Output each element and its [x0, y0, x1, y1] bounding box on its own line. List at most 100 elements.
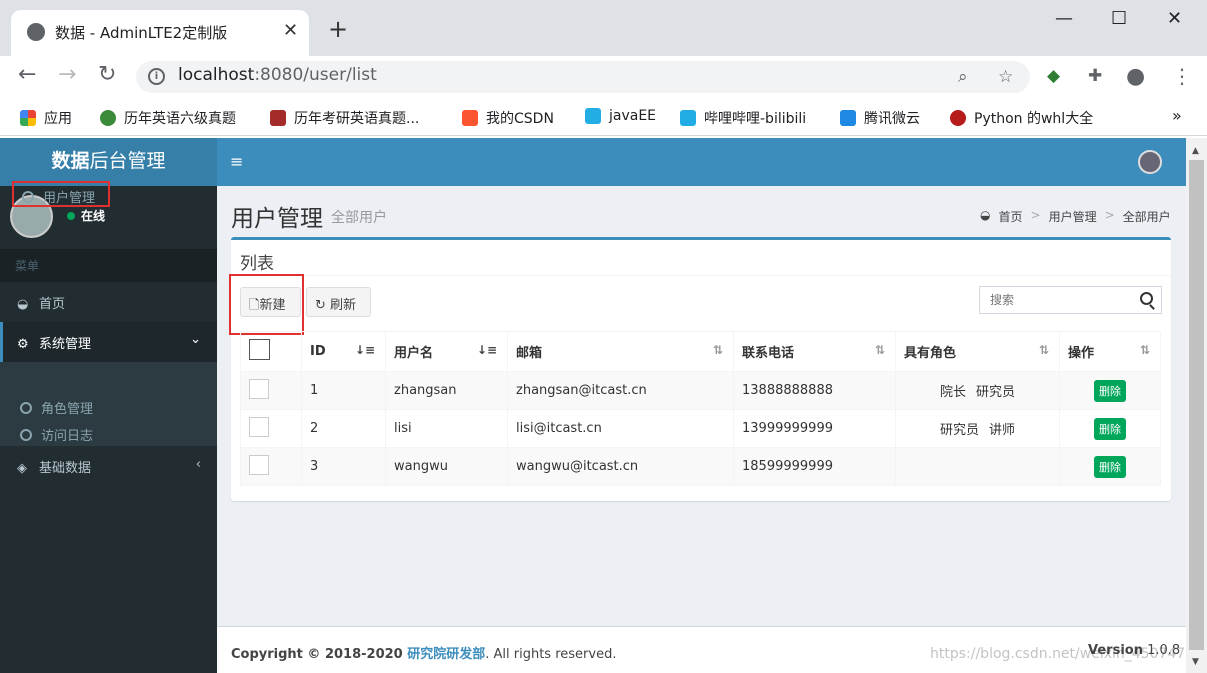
star-icon[interactable]: ☆ — [998, 67, 1013, 87]
delete-button[interactable]: 删除 — [1094, 417, 1126, 440]
table-row: 3 wangwu wangwu@itcast.cn 18599999999 删除 — [240, 447, 1161, 486]
refresh-icon: ↻ — [315, 298, 331, 313]
page-subtitle: 全部用户 — [331, 210, 387, 226]
refresh-button[interactable]: ↻ 刷新 — [306, 287, 371, 317]
cell-id: 2 — [301, 409, 386, 448]
delete-button[interactable]: 删除 — [1094, 379, 1126, 402]
breadcrumb-home[interactable]: 首页 — [998, 208, 1022, 225]
url-text[interactable]: localhost:8080/user/list — [178, 65, 377, 85]
cloud-icon — [840, 110, 856, 126]
puzzle-icon[interactable]: ✚ — [1088, 66, 1102, 86]
sidebar-toggle-icon[interactable]: ≡ — [230, 152, 243, 171]
cell-id: 3 — [301, 447, 386, 486]
search-box — [979, 286, 1162, 314]
sidebar-subitem-role[interactable]: 角色管理 — [12, 394, 101, 420]
breadcrumb-sep: > — [1030, 208, 1041, 222]
bookmark-csdn[interactable]: 我的CSDN — [462, 108, 554, 128]
cell-email: zhangsan@itcast.cn — [507, 371, 734, 410]
scroll-down-icon[interactable]: ▼ — [1192, 657, 1199, 667]
user-table: ID ↓≡ 用户名 ↓≡ 邮箱 ⇅ 联系电话 ⇅ 具有角色 ⇅ 操作 ⇅ 1 zhangsa… — [240, 331, 1161, 486]
footer-copyright: Copyright © 2018-2020 研究院研发部. All rights… — [231, 647, 617, 662]
back-icon[interactable]: ← — [18, 64, 36, 86]
extension-gem-icon[interactable]: ◆ — [1047, 66, 1060, 86]
footer-org-link[interactable]: 研究院研发部 — [407, 647, 485, 662]
sort-icon[interactable]: ⇅ — [1039, 343, 1049, 357]
globe-icon — [27, 23, 45, 41]
cell-email: wangwu@itcast.cn — [507, 447, 734, 486]
breadcrumb-current: 全部用户 — [1122, 210, 1171, 224]
col-phone[interactable]: 联系电话 ⇅ — [733, 331, 896, 372]
col-actions[interactable]: 操作 ⇅ — [1059, 331, 1161, 372]
table-row: 2 lisi lisi@itcast.cn 13999999999 研究员 讲师 … — [240, 409, 1161, 448]
sidebar-item-system[interactable]: ⚙ 系统管理 ⌄ — [0, 322, 217, 362]
cell-phone: 13999999999 — [733, 409, 896, 448]
annotation-highlight — [229, 274, 304, 335]
new-tab-button[interactable]: + — [328, 17, 348, 41]
footer-version: Version 1.0.8 — [1088, 643, 1181, 658]
bookmark-bilibili[interactable]: 哔哩哔哩-bilibili — [680, 108, 806, 128]
bilibili-icon — [680, 110, 696, 126]
search-icon[interactable] — [1140, 292, 1153, 305]
cell-roles — [895, 447, 1060, 486]
browser-tabbar: 数据 - AdminLTE2定制版 ✕ + — ☐ ✕ — [0, 0, 1207, 56]
menu-dots-icon[interactable]: ⋮ — [1172, 64, 1192, 88]
app-logo[interactable]: 数据后台管理 — [0, 138, 217, 186]
page-title: 用户管理 — [231, 206, 323, 232]
tab-close-icon[interactable]: ✕ — [283, 20, 298, 41]
chevron-down-icon: ⌄ — [190, 332, 201, 347]
bookmark-apps[interactable]: 应用 — [20, 108, 72, 128]
book-icon — [270, 110, 286, 126]
sidebar-item-base-data[interactable]: ◈ 基础数据 ‹ — [0, 446, 217, 486]
sidebar-subitem-user[interactable]: 用户管理 — [12, 181, 110, 207]
sort-icon[interactable]: ⇅ — [1140, 343, 1150, 357]
col-username[interactable]: 用户名 ↓≡ — [385, 331, 508, 372]
info-icon[interactable]: i — [148, 68, 165, 85]
sort-icon[interactable]: ⇅ — [875, 343, 885, 357]
bookmark-weiyun[interactable]: 腾讯微云 — [840, 108, 920, 128]
reload-icon[interactable]: ↻ — [98, 64, 116, 86]
bookmark-icon — [100, 110, 116, 126]
search-input[interactable] — [980, 287, 1130, 313]
cell-phone: 13888888888 — [733, 371, 896, 410]
bookmark-kaoyan[interactable]: 历年考研英语真题... — [270, 108, 419, 128]
profile-icon[interactable]: ● — [1126, 64, 1145, 89]
sidebar-item-home[interactable]: ◒ 首页 — [0, 282, 217, 322]
cell-email: lisi@itcast.cn — [507, 409, 734, 448]
minimize-icon[interactable]: — — [1055, 8, 1073, 29]
forward-icon[interactable]: → — [58, 64, 76, 86]
bookmark-cet6[interactable]: 历年英语六级真题 — [100, 108, 236, 128]
breadcrumb-user[interactable]: 用户管理 — [1049, 208, 1097, 225]
menu-header: 菜单 — [0, 249, 217, 282]
python-icon — [950, 110, 966, 126]
bookmark-python-whl[interactable]: Python 的whl大全 — [950, 108, 1093, 128]
sort-asc-icon[interactable]: ↓≡ — [355, 343, 375, 357]
col-id[interactable]: ID ↓≡ — [301, 331, 386, 372]
cell-username: lisi — [385, 409, 508, 448]
row-checkbox[interactable] — [249, 378, 269, 399]
sort-desc-icon[interactable]: ↓≡ — [477, 343, 497, 357]
select-all-checkbox[interactable] — [249, 339, 270, 360]
bookmarks-more-icon[interactable]: » — [1172, 106, 1182, 125]
window-close-icon[interactable]: ✕ — [1167, 8, 1182, 29]
row-checkbox[interactable] — [249, 454, 269, 475]
sidebar-subitem-log[interactable]: 访问日志 — [12, 421, 101, 447]
header-avatar[interactable] — [1138, 150, 1162, 174]
maximize-icon[interactable]: ☐ — [1111, 8, 1127, 29]
scrollbar-thumb[interactable] — [1189, 160, 1204, 650]
zoom-icon[interactable]: ⌕ — [958, 67, 968, 87]
cell-id: 1 — [301, 371, 386, 410]
bookmark-javaee[interactable]: javaEE — [585, 108, 656, 124]
sort-icon[interactable]: ⇅ — [713, 343, 723, 357]
browser-tab[interactable]: 数据 - AdminLTE2定制版 ✕ — [11, 10, 309, 56]
address-bar[interactable]: i localhost:8080/user/list ⌕ ☆ — [136, 61, 1030, 93]
cell-phone: 18599999999 — [733, 447, 896, 486]
csdn-icon — [462, 110, 478, 126]
table-row: 1 zhangsan zhangsan@itcast.cn 1388888888… — [240, 371, 1161, 410]
delete-button[interactable]: 删除 — [1094, 455, 1126, 478]
row-checkbox[interactable] — [249, 416, 269, 437]
scroll-up-icon[interactable]: ▲ — [1192, 146, 1199, 156]
col-roles[interactable]: 具有角色 ⇅ — [895, 331, 1060, 372]
col-email[interactable]: 邮箱 ⇅ — [507, 331, 734, 372]
box-title: 列表 — [240, 254, 274, 274]
cell-username: wangwu — [385, 447, 508, 486]
